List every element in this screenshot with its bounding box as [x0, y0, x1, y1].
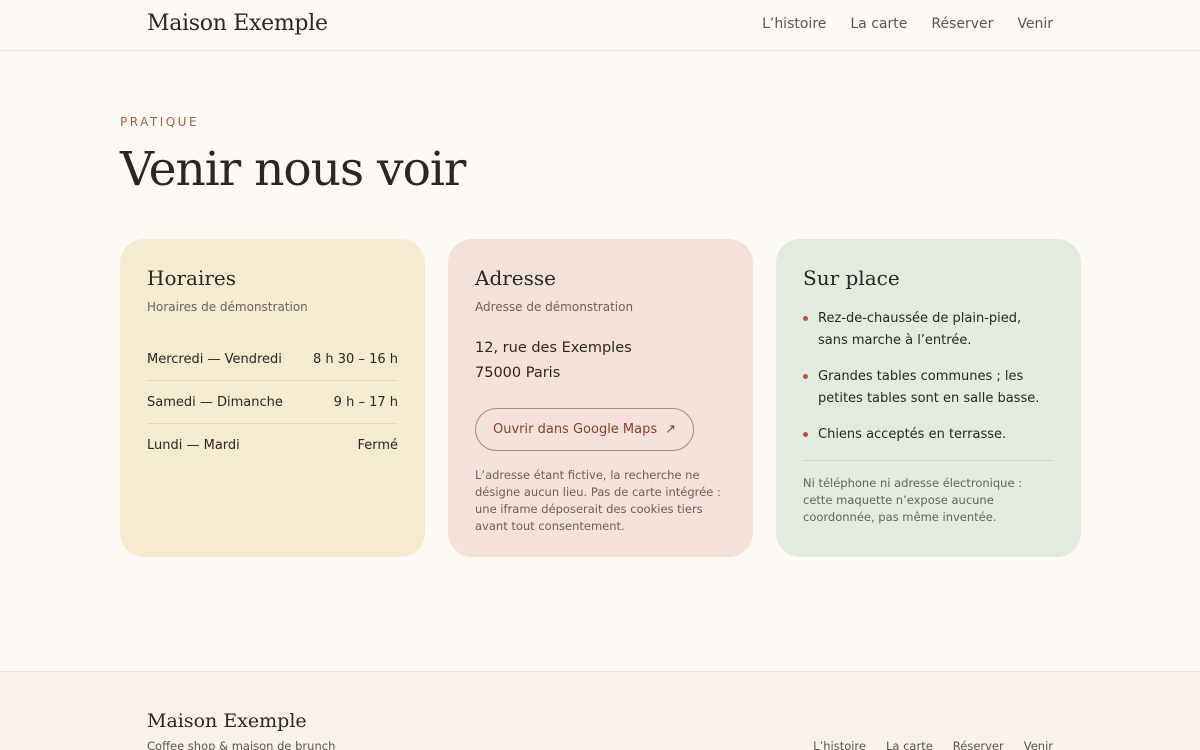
site-footer: Maison Exemple Coffee shop & maison de b…: [0, 671, 1200, 750]
footer-link-reserver[interactable]: Réserver: [953, 739, 1004, 750]
footer-brand-logo: Maison Exemple: [147, 710, 307, 732]
address-card-title: Adresse: [475, 266, 557, 290]
footer-tagline: Coffee shop & maison de brunch: [147, 739, 336, 750]
nav-link-histoire[interactable]: L’histoire: [762, 16, 826, 32]
list-item: Rez-de-chaussée de plain-pied, sans marc…: [803, 308, 1054, 352]
main-nav: L’histoire La carte Réserver Venir: [762, 16, 1053, 32]
address-block: 12, rue des Exemples 75000 Paris: [475, 336, 726, 386]
footer-link-venir[interactable]: Venir: [1024, 739, 1053, 750]
bullet-dot-icon: [803, 432, 808, 437]
hours-time: 8 h 30 – 16 h: [313, 351, 398, 367]
nav-link-venir[interactable]: Venir: [1017, 16, 1053, 32]
onsite-list: Rez-de-chaussée de plain-pied, sans marc…: [803, 308, 1054, 446]
site-header: Maison Exemple L’histoire La carte Réser…: [0, 0, 1200, 51]
footer-nav: L’histoire La carte Réserver Venir: [813, 739, 1053, 750]
onsite-card-title: Sur place: [803, 266, 900, 290]
hours-row: Lundi — Mardi Fermé: [147, 424, 398, 467]
bullet-dot-icon: [803, 316, 808, 321]
hours-time: Fermé: [357, 438, 398, 453]
site-brand-logo[interactable]: Maison Exemple: [147, 11, 328, 36]
nav-link-reserver[interactable]: Réserver: [931, 16, 993, 32]
hours-time: 9 h – 17 h: [333, 394, 398, 410]
onsite-card: Sur place Rez-de-chaussée de plain-pied,…: [776, 239, 1081, 557]
address-card: Adresse Adresse de démonstration 12, rue…: [448, 239, 753, 557]
hours-days: Mercredi — Vendredi: [147, 351, 282, 367]
hours-card-title: Horaires: [147, 266, 237, 290]
open-google-maps-button[interactable]: Ouvrir dans Google Maps ↗: [475, 408, 695, 451]
address-line-city: 75000 Paris: [475, 365, 561, 381]
onsite-item-text: Chiens acceptés en terrasse.: [818, 427, 1007, 442]
list-item: Chiens acceptés en terrasse.: [803, 424, 1054, 446]
section-eyebrow: PRATIQUE: [120, 115, 200, 129]
open-google-maps-label: Ouvrir dans Google Maps: [493, 422, 658, 437]
external-link-arrow-icon: ↗: [665, 422, 677, 437]
onsite-note: Ni téléphone ni adresse électronique : c…: [803, 476, 1023, 524]
footer-link-histoire[interactable]: L’histoire: [813, 739, 866, 750]
hours-row: Samedi — Dimanche 9 h – 17 h: [147, 381, 398, 424]
hours-days: Samedi — Dimanche: [147, 394, 283, 410]
onsite-item-text: Grandes tables communes ; les petites ta…: [818, 369, 1040, 406]
address-line-street: 12, rue des Exemples: [475, 340, 632, 356]
hours-card: Horaires Horaires de démonstration Mercr…: [120, 239, 425, 557]
page-title: Venir nous voir: [120, 142, 466, 197]
footer-link-carte[interactable]: La carte: [886, 739, 933, 750]
bullet-dot-icon: [803, 374, 808, 379]
onsite-divider: Ni téléphone ni adresse électronique : c…: [803, 460, 1054, 526]
address-card-subtitle: Adresse de démonstration: [475, 300, 634, 314]
onsite-item-text: Rez-de-chaussée de plain-pied, sans marc…: [818, 311, 1022, 348]
address-note: L’adresse étant fictive, la recherche ne…: [475, 468, 721, 533]
hours-card-subtitle: Horaires de démonstration: [147, 300, 308, 314]
nav-link-carte[interactable]: La carte: [850, 16, 907, 32]
hours-days: Lundi — Mardi: [147, 438, 240, 453]
list-item: Grandes tables communes ; les petites ta…: [803, 366, 1054, 410]
hours-list: Mercredi — Vendredi 8 h 30 – 16 h Samedi…: [147, 338, 398, 467]
hours-row: Mercredi — Vendredi 8 h 30 – 16 h: [147, 338, 398, 381]
